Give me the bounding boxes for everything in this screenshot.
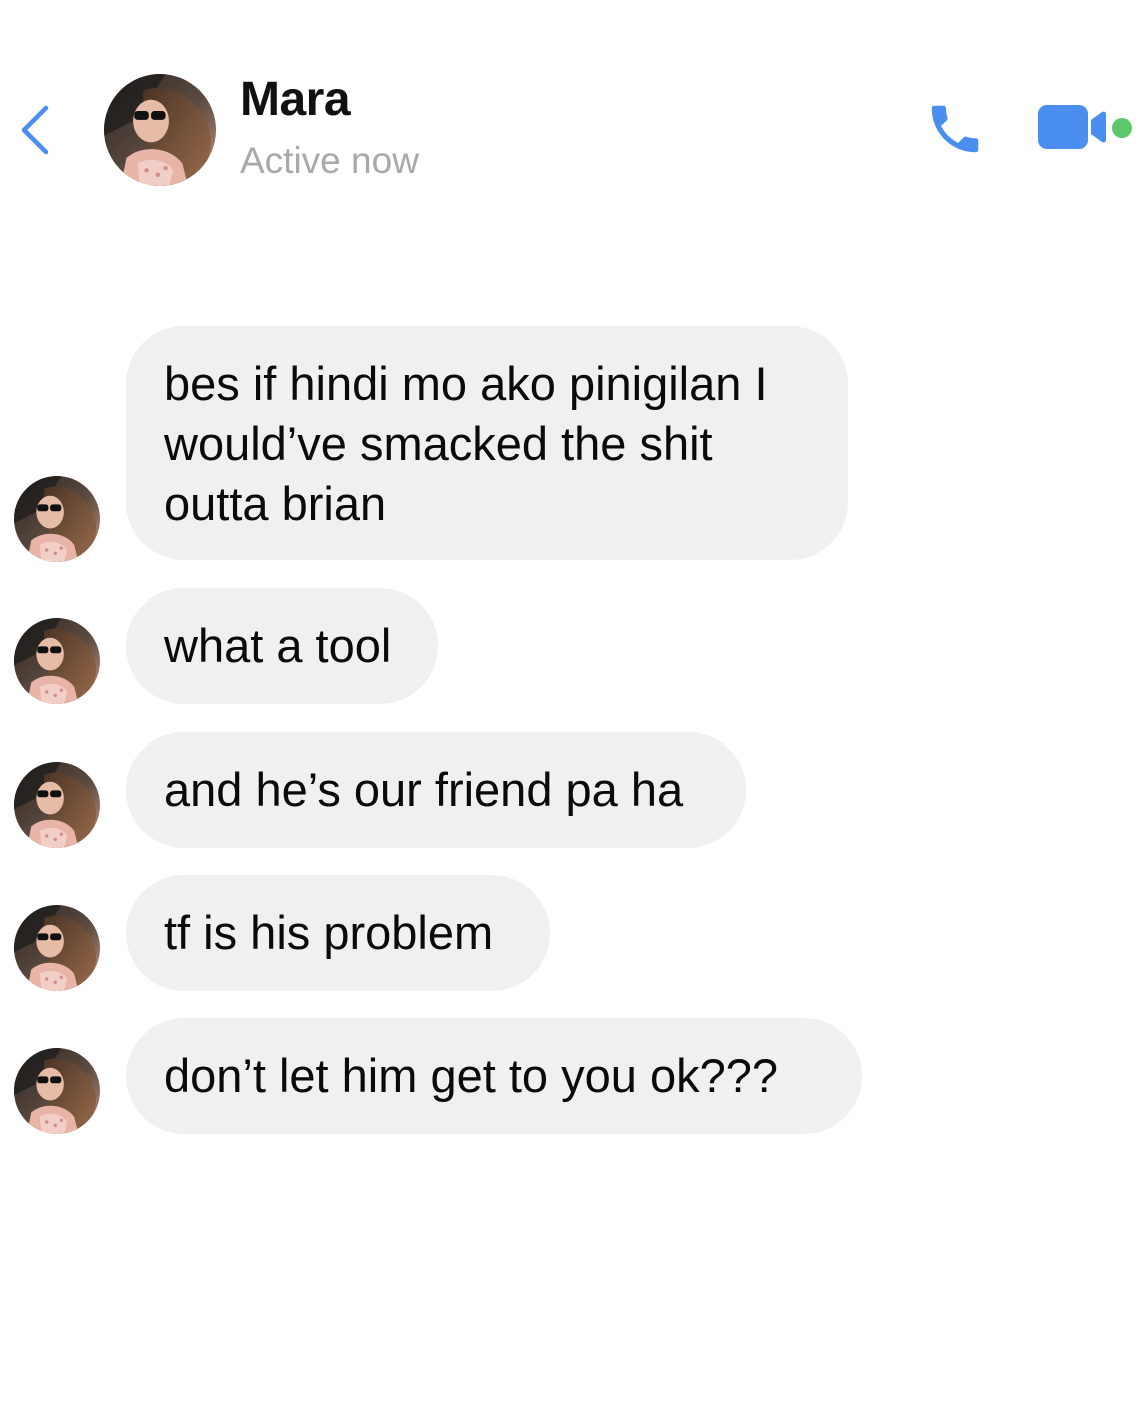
message-bubble[interactable]: what a tool xyxy=(126,588,438,704)
message-bubble[interactable]: and he’s our friend pa ha xyxy=(126,732,746,848)
profile-photo xyxy=(14,476,100,562)
message-bubble[interactable]: bes if hindi mo ako pinigilan I would’ve… xyxy=(126,326,848,560)
sender-avatar[interactable] xyxy=(14,1048,100,1134)
sender-avatar[interactable] xyxy=(14,762,100,848)
sender-avatar[interactable] xyxy=(14,476,100,562)
sender-avatar[interactable] xyxy=(14,618,100,704)
message-bubble[interactable]: don’t let him get to you ok??? xyxy=(126,1018,862,1134)
message-list: bes if hindi mo ako pinigilan I would’ve… xyxy=(0,0,1142,1420)
profile-photo xyxy=(14,762,100,848)
profile-photo xyxy=(14,905,100,991)
message-bubble[interactable]: tf is his problem xyxy=(126,875,550,991)
profile-photo xyxy=(14,1048,100,1134)
sender-avatar[interactable] xyxy=(14,905,100,991)
profile-photo xyxy=(14,618,100,704)
